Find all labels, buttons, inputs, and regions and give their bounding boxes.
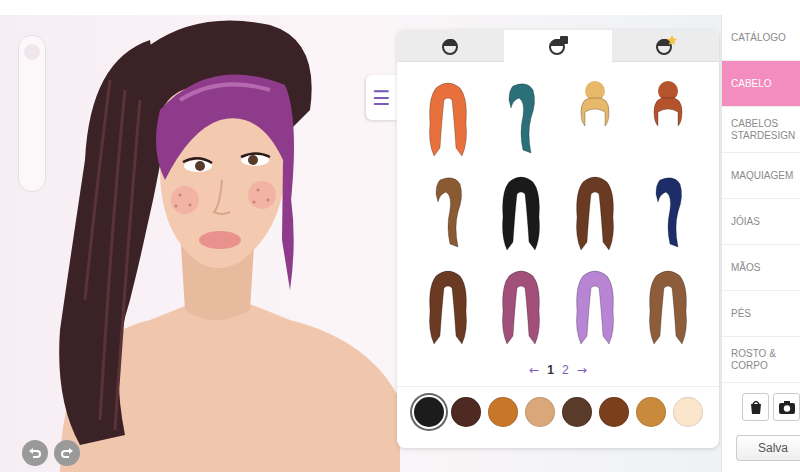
hairstyle-icon (565, 172, 625, 252)
top-strip (0, 0, 800, 15)
redo-icon (60, 446, 74, 460)
color-swatch[interactable] (414, 397, 444, 427)
sidebar-item[interactable]: CATÁLOGO (722, 15, 800, 61)
color-swatch[interactable] (599, 397, 629, 427)
color-swatch[interactable] (525, 397, 555, 427)
panel-tab[interactable] (612, 30, 719, 62)
head-icon (439, 34, 463, 58)
hairstyle-icon (565, 266, 625, 346)
hairstyle-icon (565, 78, 625, 158)
hairstyle-icon (491, 78, 551, 158)
sidebar-item[interactable]: ROSTO & CORPO (722, 337, 800, 383)
hairstyle-item[interactable] (632, 262, 706, 350)
hairstyle-grid (397, 62, 719, 350)
history-controls (22, 440, 80, 466)
page-number[interactable]: 2 (562, 363, 569, 377)
hairstyle-icon (491, 266, 551, 346)
hairstyle-item[interactable] (485, 262, 559, 350)
sidebar-item[interactable]: CABELO (722, 61, 800, 107)
hairstyle-item[interactable] (485, 168, 559, 256)
hairstyle-item[interactable] (411, 262, 485, 350)
hairstyle-item[interactable] (558, 74, 632, 162)
undo-button[interactable] (22, 440, 48, 466)
menu-toggle[interactable]: ☰ (366, 75, 397, 120)
next-page[interactable]: → (577, 363, 587, 377)
avatar (0, 15, 400, 472)
undo-icon (28, 446, 42, 460)
prev-page[interactable]: ← (529, 363, 539, 377)
head-star-icon (653, 34, 677, 58)
color-swatch[interactable] (488, 397, 518, 427)
slider-knob[interactable] (24, 44, 40, 60)
app-screen: ☰ ← 12 → CATÁLOGOCABELOCABELOS STARDESIGNMAQ… (0, 0, 800, 472)
color-swatch[interactable] (636, 397, 666, 427)
hairstyle-icon (418, 266, 478, 346)
hairstyle-item[interactable] (411, 168, 485, 256)
sidebar-item[interactable]: CABELOS STARDESIGN (722, 107, 800, 153)
sidebar-item[interactable]: MAQUIAGEM (722, 153, 800, 199)
color-swatch[interactable] (673, 397, 703, 427)
hairstyle-icon (491, 172, 551, 252)
bag-icon (747, 398, 765, 416)
hairstyle-item[interactable] (411, 74, 485, 162)
hairstyle-item[interactable] (558, 168, 632, 256)
hairstyle-icon (638, 172, 698, 252)
sidebar-tools (722, 383, 800, 421)
sidebar-item[interactable]: PÉS (722, 291, 800, 337)
hairstyle-item[interactable] (632, 74, 706, 162)
page-number[interactable]: 1 (547, 363, 554, 377)
hairstyle-item[interactable] (632, 168, 706, 256)
panel-tab[interactable] (397, 30, 504, 62)
color-swatch[interactable] (562, 397, 592, 427)
hair-panel: ← 12 → (397, 30, 719, 448)
color-swatch[interactable] (451, 397, 481, 427)
hair-bag-icon (546, 34, 570, 58)
panel-tab[interactable] (504, 30, 611, 62)
dressing-stage: ☰ ← 12 → (0, 15, 721, 472)
hairstyle-item[interactable] (485, 74, 559, 162)
hairstyle-icon (418, 172, 478, 252)
zoom-slider[interactable] (18, 35, 46, 192)
hairstyle-item[interactable] (558, 262, 632, 350)
camera-icon (778, 398, 796, 416)
panel-tabs (397, 30, 719, 62)
redo-button[interactable] (54, 440, 80, 466)
hairstyle-icon (418, 78, 478, 158)
save-button[interactable]: Salva (736, 435, 800, 461)
color-swatches (397, 386, 719, 427)
wardrobe-button[interactable] (742, 393, 769, 421)
hairstyle-icon (638, 78, 698, 158)
sidebar: CATÁLOGOCABELOCABELOS STARDESIGNMAQUIAGE… (721, 15, 800, 472)
sidebar-item[interactable]: MÃOS (722, 245, 800, 291)
hairstyle-icon (638, 266, 698, 346)
pagination: ← 12 → (397, 360, 719, 380)
camera-button[interactable] (773, 393, 800, 421)
sidebar-item[interactable]: JÓIAS (722, 199, 800, 245)
